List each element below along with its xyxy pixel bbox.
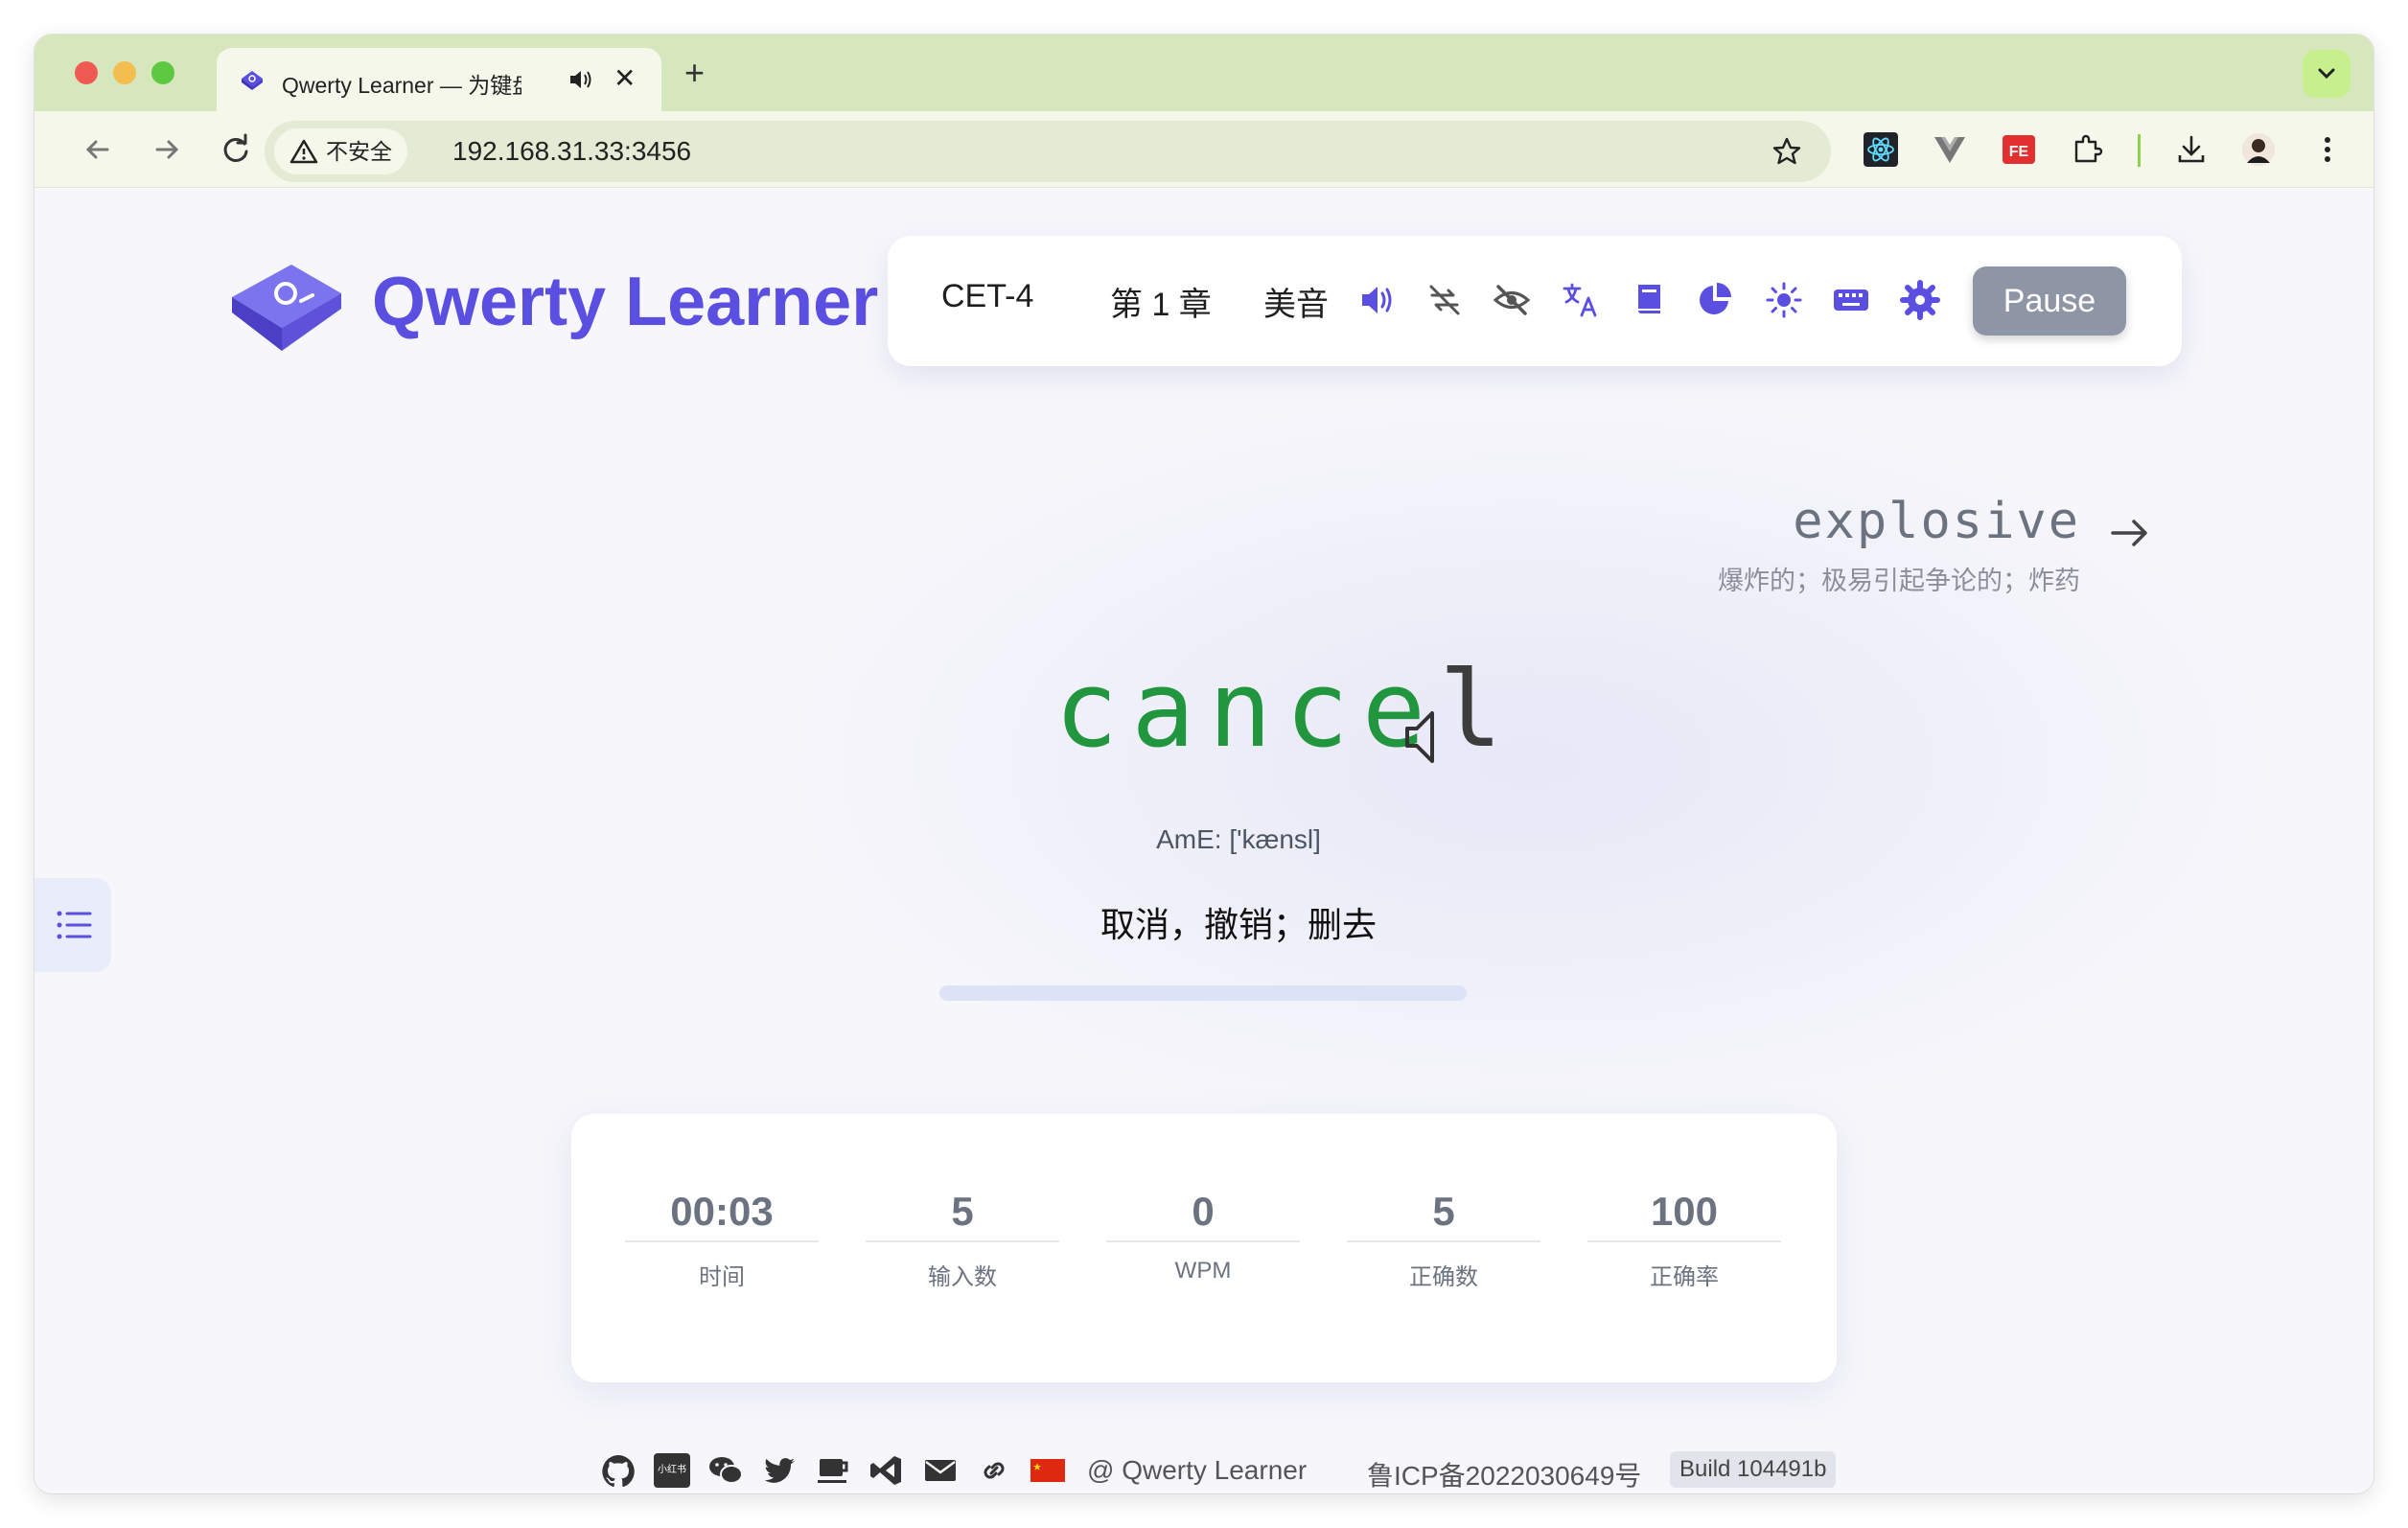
remaining-letters: l xyxy=(1439,648,1517,771)
forward-arrow-icon[interactable] xyxy=(148,130,186,169)
github-icon[interactable] xyxy=(600,1453,637,1488)
xiaohongshu-icon[interactable]: 小红书 xyxy=(654,1453,690,1488)
vscode-icon[interactable] xyxy=(868,1453,905,1488)
back-arrow-icon[interactable] xyxy=(79,130,117,169)
browser-tab[interactable]: Qwerty Learner — 为键盘工作者设计的单词记忆与英语肌肉记忆锻炼软… xyxy=(217,48,661,111)
tab-title: Qwerty Learner — 为键盘工作者设计的单词记忆与英语肌肉记忆锻炼软… xyxy=(282,73,521,98)
site-info-chip[interactable]: 不安全 xyxy=(274,128,407,174)
bookmark-star-icon[interactable] xyxy=(1771,136,1802,167)
stat-label: 正确率 xyxy=(1650,1264,1719,1290)
stat-value: 5 xyxy=(866,1181,1059,1242)
speaker-icon[interactable] xyxy=(1357,280,1398,320)
pause-button[interactable]: Pause xyxy=(1973,266,2126,336)
insecure-label: 不安全 xyxy=(326,139,392,164)
china-flag-icon[interactable] xyxy=(1030,1453,1066,1488)
tab-bar: Qwerty Learner — 为键盘工作者设计的单词记忆与英语肌肉记忆锻炼软… xyxy=(35,35,2373,111)
extensions-puzzle-icon[interactable] xyxy=(2071,132,2105,167)
qwerty-favicon-icon xyxy=(242,71,263,90)
list-icon xyxy=(57,911,92,939)
tab-search-button[interactable] xyxy=(2303,50,2350,98)
browser-menu-icon[interactable] xyxy=(2310,132,2345,167)
pronunciation-select[interactable]: 美音 xyxy=(1263,278,1329,325)
pie-chart-icon[interactable] xyxy=(1695,280,1735,320)
maximize-window-button[interactable] xyxy=(151,61,174,84)
loop-off-icon[interactable] xyxy=(1424,280,1465,320)
chevron-down-icon xyxy=(2318,68,2335,80)
sun-icon[interactable] xyxy=(1764,280,1804,320)
url-text[interactable]: 192.168.31.33:3456 xyxy=(452,136,691,167)
stat-value: 00:03 xyxy=(625,1181,819,1242)
stat-wpm: 0 WPM xyxy=(1106,1181,1300,1285)
translate-icon[interactable] xyxy=(1561,280,1601,320)
stat-value: 0 xyxy=(1106,1181,1300,1242)
icp-text[interactable]: 鲁ICP备2022030649号 xyxy=(1367,1455,1641,1493)
close-window-button[interactable] xyxy=(75,61,98,84)
build-badge: Build 104491b xyxy=(1670,1451,1837,1488)
stat-time: 00:03 时间 xyxy=(625,1181,819,1291)
stats-panel: 00:03 时间 5 输入数 0 WPM 5 正确数 100 正确率 xyxy=(571,1114,1837,1382)
stat-label: WPM xyxy=(1174,1258,1232,1284)
toolbar-divider xyxy=(2138,134,2141,167)
vue-devtools-icon[interactable] xyxy=(1933,132,1967,167)
arrow-right-icon[interactable] xyxy=(2107,514,2153,552)
phonetic: AmE: ['kænsl] xyxy=(1156,824,1321,854)
new-tab-button[interactable]: + xyxy=(684,56,705,90)
stat-label: 时间 xyxy=(699,1264,745,1290)
tab-audio-icon[interactable] xyxy=(567,67,594,92)
keyboard-icon[interactable] xyxy=(1831,280,1871,320)
next-word[interactable]: explosive xyxy=(1793,493,2080,550)
word-translation: 取消，撤销；删去 xyxy=(1100,905,1377,944)
stat-accuracy: 100 正确率 xyxy=(1587,1181,1781,1291)
brand-title[interactable]: Qwerty Learner xyxy=(372,263,878,341)
stat-value: 5 xyxy=(1347,1181,1540,1242)
reload-icon[interactable] xyxy=(217,130,255,169)
link-icon[interactable] xyxy=(976,1453,1012,1488)
coffee-icon[interactable] xyxy=(815,1453,851,1488)
chapter-progress-bar xyxy=(939,985,1467,1001)
qwerty-logo-icon xyxy=(232,265,341,351)
chapter-select[interactable]: 第 1 章 xyxy=(1110,278,1212,325)
wechat-icon[interactable] xyxy=(707,1453,744,1488)
stat-value: 100 xyxy=(1587,1181,1781,1242)
page-content: Qwerty Learner CET-4 第 1 章 美音 Pause expl… xyxy=(35,188,2373,1493)
stat-label: 正确数 xyxy=(1409,1264,1478,1290)
download-icon[interactable] xyxy=(2174,132,2209,167)
warning-icon xyxy=(289,139,318,164)
dictionary-select[interactable]: CET-4 xyxy=(941,278,1033,315)
typed-letters: cance xyxy=(1054,648,1440,771)
stat-correct: 5 正确数 xyxy=(1347,1181,1540,1291)
eye-off-icon[interactable] xyxy=(1492,280,1532,320)
address-bar[interactable]: 不安全 192.168.31.33:3456 xyxy=(265,121,1831,182)
stat-inputs: 5 输入数 xyxy=(866,1181,1059,1291)
minimize-window-button[interactable] xyxy=(113,61,136,84)
fe-helper-icon[interactable]: FE xyxy=(2002,132,2036,167)
gear-icon[interactable] xyxy=(1900,280,1940,320)
browser-toolbar: 不安全 192.168.31.33:3456 FE xyxy=(35,111,2373,188)
react-devtools-icon[interactable] xyxy=(1864,132,1898,167)
twitter-icon[interactable] xyxy=(761,1453,798,1488)
mail-icon[interactable] xyxy=(922,1453,959,1488)
copyright-text[interactable]: @ Qwerty Learner xyxy=(1087,1455,1307,1486)
app-toolbar: CET-4 第 1 章 美音 Pause xyxy=(888,236,2182,366)
svg-text:FE: FE xyxy=(2009,144,2029,160)
stat-label: 输入数 xyxy=(928,1264,997,1290)
word-list-toggle[interactable] xyxy=(35,878,111,972)
next-word-translation: 爆炸的；极易引起争论的；炸药 xyxy=(1718,567,2080,595)
browser-window: Qwerty Learner — 为键盘工作者设计的单词记忆与英语肌肉记忆锻炼软… xyxy=(35,35,2373,1493)
screen: Qwerty Learner — 为键盘工作者设计的单词记忆与英语肌肉记忆锻炼软… xyxy=(0,0,2408,1528)
book-icon[interactable] xyxy=(1630,280,1670,320)
profile-avatar-icon[interactable] xyxy=(2241,132,2276,167)
word-pronounce-speaker-icon[interactable] xyxy=(1401,707,1449,767)
tab-close-icon[interactable]: ✕ xyxy=(614,63,636,94)
